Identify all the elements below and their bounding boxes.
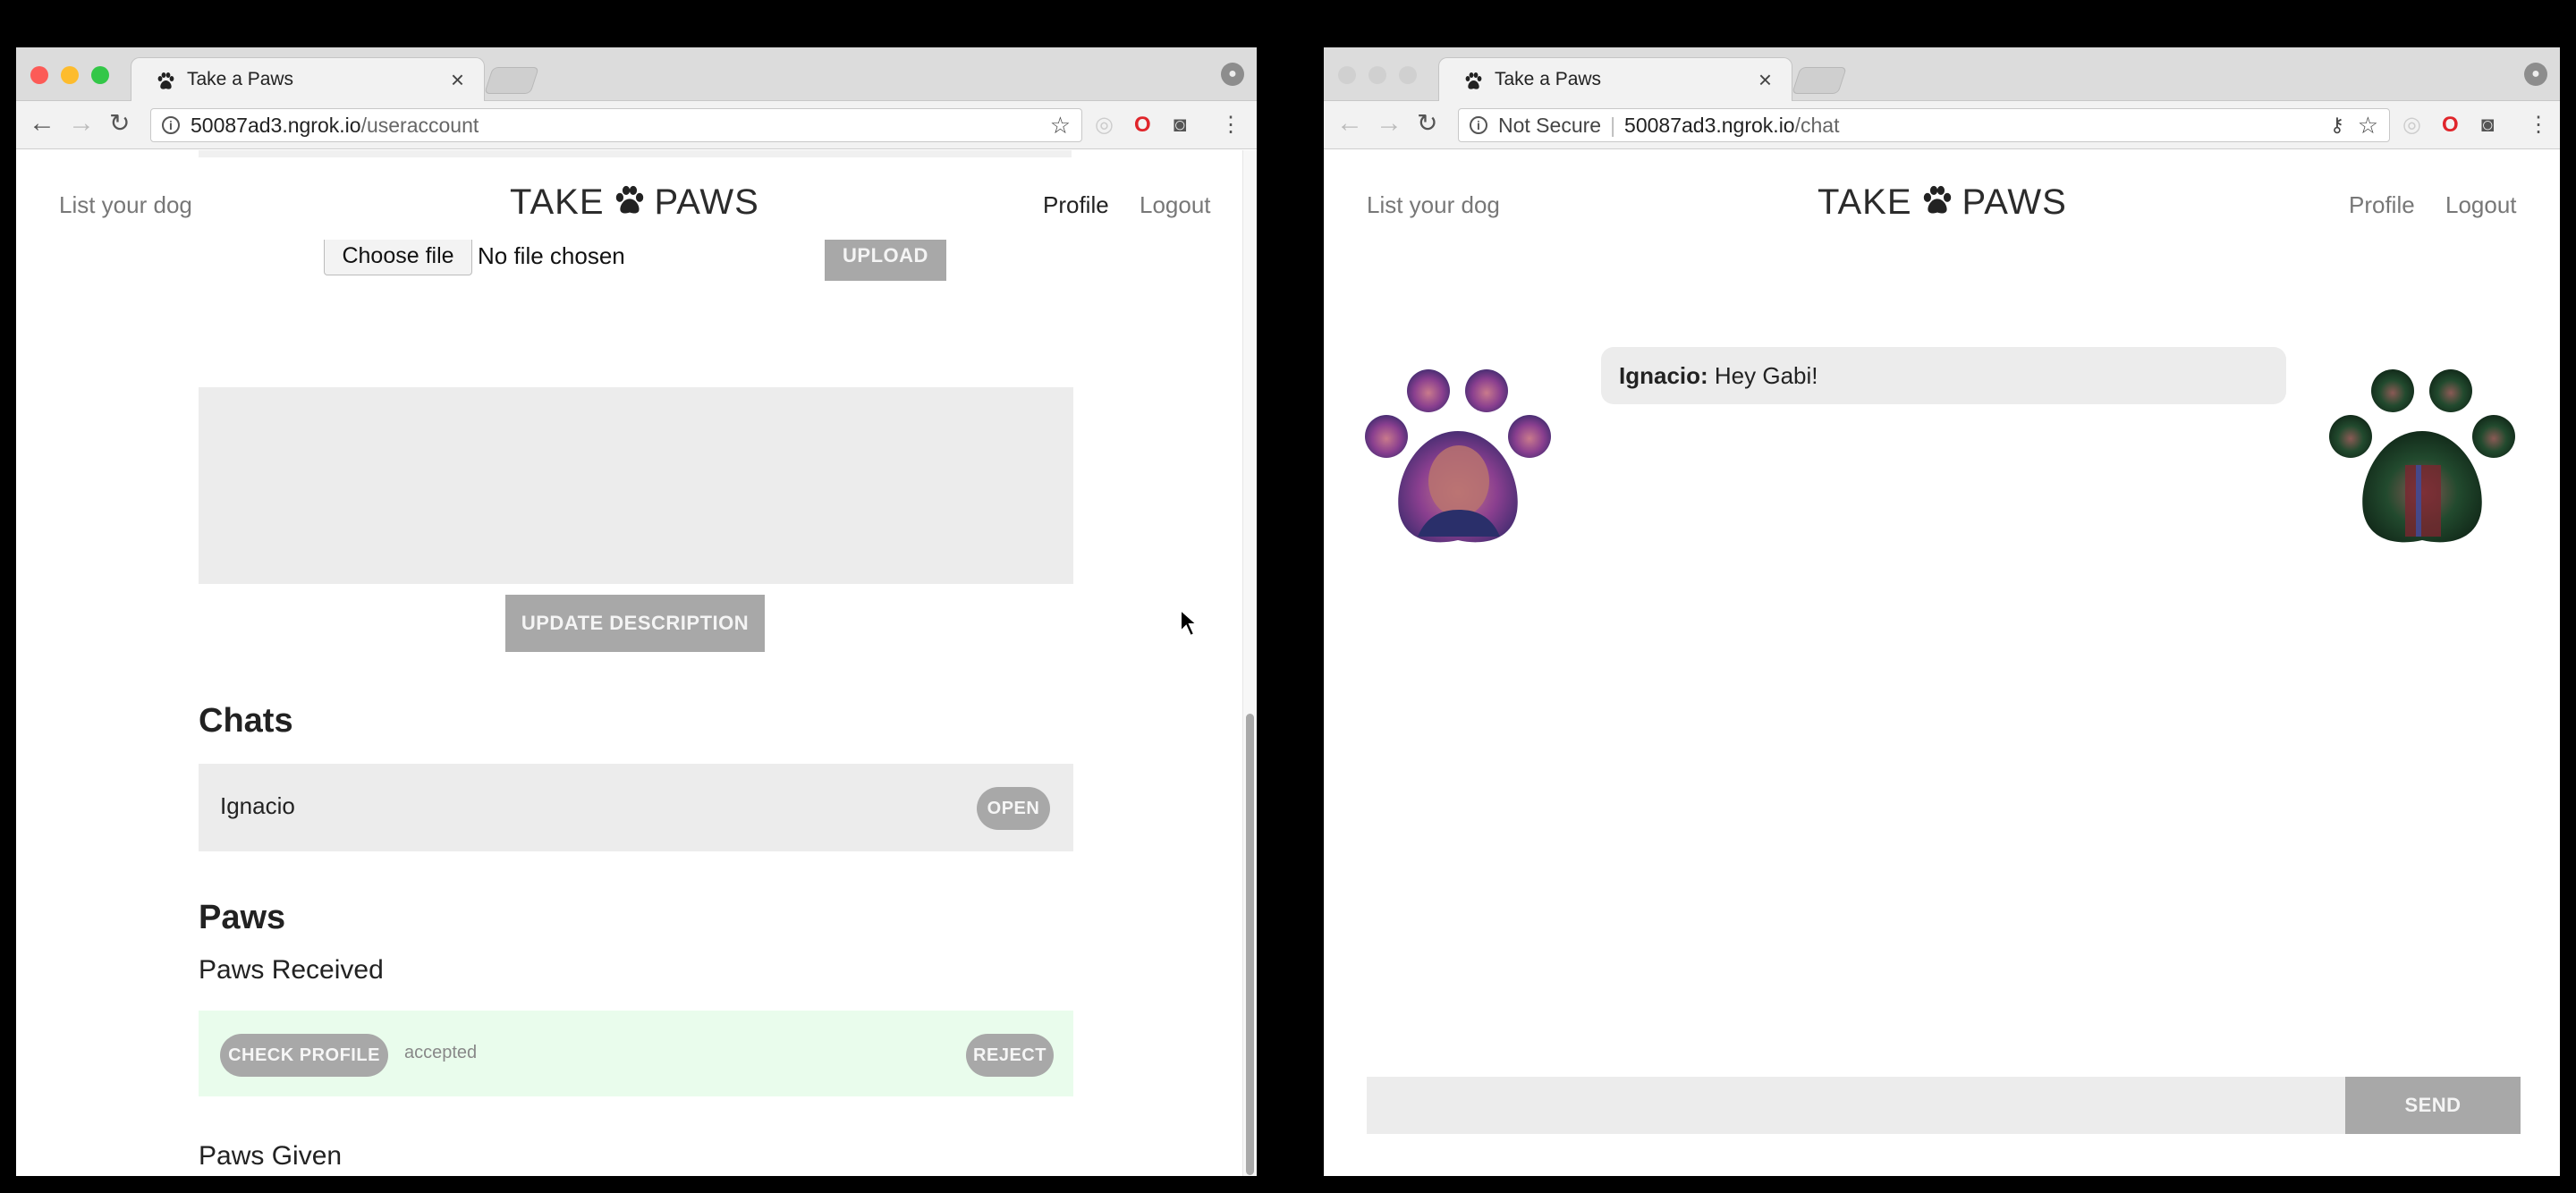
browser-tab[interactable]: Take a Paws × [1438, 57, 1792, 102]
browser-toolbar: ← → ↻ i Not Secure | 50087ad3.ngrok.io/cha… [1324, 101, 2560, 149]
site-logo[interactable]: TAKE PAWS [1818, 182, 2067, 223]
upload-button[interactable]: UPLOAD [825, 240, 946, 281]
zoom-window-button[interactable] [1399, 66, 1417, 84]
paw-favicon-icon [1465, 72, 1482, 89]
open-chat-button[interactable]: OPEN [977, 787, 1050, 830]
bookmark-star-icon[interactable]: ☆ [1050, 109, 1071, 141]
tab-title: Take a Paws [1495, 69, 1602, 89]
file-status-text: No file chosen [478, 242, 625, 269]
close-window-button[interactable] [1338, 66, 1356, 84]
list-your-dog-link[interactable]: List your dog [59, 191, 192, 219]
logo-text-take: TAKE [1818, 182, 1912, 222]
opera-extension-icon[interactable]: O [1134, 114, 1151, 137]
menu-kebab-icon[interactable]: ⋮ [2528, 114, 2549, 137]
security-label[interactable]: Not Secure [1498, 114, 1601, 137]
browser-window-useraccount: Take a Paws × ● ← → ↻ i 50087ad3.ngrok.i… [16, 47, 1257, 1176]
logo-text-paws: PAWS [654, 182, 759, 222]
close-window-button[interactable] [30, 66, 48, 84]
zoom-window-button[interactable] [91, 66, 109, 84]
check-profile-button[interactable]: CHECK PROFILE [220, 1034, 388, 1077]
browser-profile-icon[interactable]: ● [1221, 63, 1244, 86]
chat-message-bubble: Ignacio: Hey Gabi! [1601, 347, 2286, 404]
profile-link[interactable]: Profile [2349, 191, 2415, 219]
address-bar[interactable]: i Not Secure | 50087ad3.ngrok.io/chat ⚷ ☆ [1458, 108, 2390, 142]
minimize-window-button[interactable] [1368, 66, 1386, 84]
user-avatar-paw [1365, 369, 1551, 543]
url-host: 50087ad3.ngrok.io [191, 114, 361, 137]
pocket-icon[interactable]: ◙ [2481, 114, 2495, 137]
scrollbar-thumb[interactable] [1246, 714, 1254, 1175]
message-text: Hey Gabi! [1714, 362, 1818, 389]
tab-close-icon[interactable]: × [451, 66, 464, 94]
logo-text-paws: PAWS [1962, 182, 2067, 222]
reject-button[interactable]: REJECT [966, 1034, 1054, 1077]
profile-link[interactable]: Profile [1043, 191, 1109, 219]
paw-status-text: accepted [404, 1043, 478, 1062]
key-icon[interactable]: ⚷ [2330, 109, 2344, 141]
paw-favicon-icon [157, 72, 174, 89]
description-textarea[interactable] [199, 387, 1073, 584]
reload-icon[interactable]: ↻ [1417, 110, 1437, 137]
browser-tab[interactable]: Take a Paws × [131, 57, 485, 102]
scrolled-panel-edge [199, 150, 1072, 157]
scrollbar[interactable] [1242, 150, 1257, 1176]
minimize-window-button[interactable] [61, 66, 79, 84]
logo-text-take: TAKE [510, 182, 605, 222]
page-content: List your dog Profile Logout TAKE PAWS I… [1324, 150, 2560, 1176]
browser-toolbar: ← → ↻ i 50087ad3.ngrok.io/useraccount ☆ … [16, 101, 1257, 149]
message-sender: Ignacio: [1619, 362, 1708, 389]
chats-heading: Chats [199, 702, 293, 740]
update-description-button[interactable]: UPDATE DESCRIPTION [505, 595, 765, 652]
paw-received-item: CHECK PROFILE accepted REJECT [199, 1011, 1073, 1096]
url-path: /useraccount [360, 114, 479, 137]
bookmark-star-icon[interactable]: ☆ [2358, 109, 2378, 141]
extension-icon[interactable]: ◎ [1095, 114, 1114, 137]
info-icon[interactable]: i [1470, 116, 1487, 134]
reload-icon[interactable]: ↻ [109, 110, 130, 137]
site-logo[interactable]: TAKE PAWS [510, 182, 759, 223]
chat-message-input[interactable] [1367, 1077, 2345, 1134]
tab-title: Take a Paws [187, 69, 294, 89]
list-your-dog-link[interactable]: List your dog [1367, 191, 1500, 219]
forward-arrow-icon[interactable]: → [1376, 110, 1402, 137]
url-host: 50087ad3.ngrok.io [1624, 114, 1795, 137]
tab-close-icon[interactable]: × [1758, 66, 1772, 94]
new-tab-button[interactable] [484, 67, 539, 94]
back-arrow-icon[interactable]: ← [29, 110, 55, 137]
extension-icon[interactable]: ◎ [2402, 114, 2421, 137]
chat-list-item: Ignacio OPEN [199, 764, 1073, 851]
mouse-cursor-icon [1180, 608, 1199, 638]
address-bar[interactable]: i 50087ad3.ngrok.io/useraccount ☆ [150, 108, 1082, 142]
paws-received-heading: Paws Received [199, 955, 384, 985]
pocket-icon[interactable]: ◙ [1174, 114, 1187, 137]
forward-arrow-icon[interactable]: → [68, 110, 95, 137]
info-icon[interactable]: i [162, 116, 180, 134]
send-button[interactable]: SEND [2345, 1077, 2521, 1134]
tab-strip: Take a Paws × ● [1324, 47, 2560, 102]
page-content: List your dog Profile Logout TAKE PAWS Ch… [16, 150, 1257, 1176]
partner-avatar-paw [2329, 369, 2515, 543]
paw-logo-icon [615, 185, 643, 214]
logout-link[interactable]: Logout [1140, 191, 1211, 219]
menu-kebab-icon[interactable]: ⋮ [1220, 114, 1241, 137]
url-path: /chat [1794, 114, 1840, 137]
logout-link[interactable]: Logout [2445, 191, 2517, 219]
new-tab-button[interactable] [1792, 67, 1847, 94]
chat-name: Ignacio [220, 792, 295, 819]
paws-given-heading: Paws Given [199, 1141, 343, 1171]
tab-strip: Take a Paws × ● [16, 47, 1257, 102]
paw-logo-icon [1923, 185, 1951, 214]
browser-window-chat: Take a Paws × ● ← → ↻ i Not Secure | 50087… [1324, 47, 2560, 1176]
browser-profile-icon[interactable]: ● [2524, 63, 2547, 86]
opera-extension-icon[interactable]: O [2442, 114, 2459, 137]
choose-file-button[interactable]: Choose file [324, 240, 472, 275]
paws-heading: Paws [199, 899, 286, 936]
back-arrow-icon[interactable]: ← [1336, 110, 1363, 137]
